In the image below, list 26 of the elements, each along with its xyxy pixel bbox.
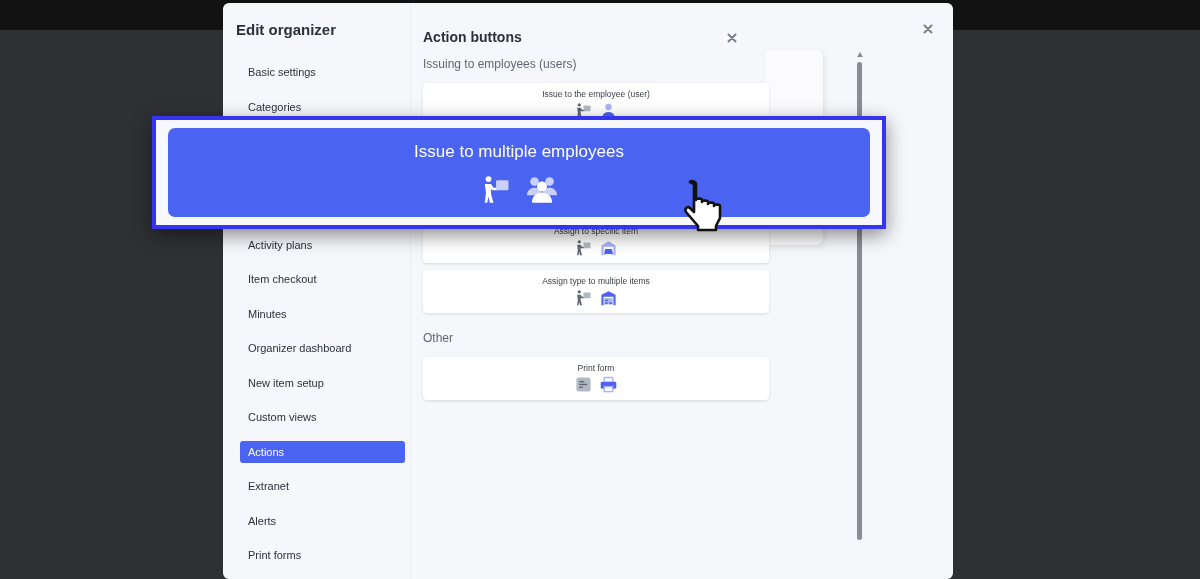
sidebar-item[interactable]: Organizer dashboard <box>240 337 405 359</box>
sidebar-item[interactable]: Categories <box>240 95 405 118</box>
action-button[interactable]: Print form <box>423 357 769 400</box>
document-icon <box>575 376 592 393</box>
carrying-person-icon <box>575 239 592 256</box>
warehouse-icon <box>600 289 617 306</box>
sidebar-item[interactable]: New item setup <box>240 371 405 394</box>
garage-car-icon <box>600 239 617 256</box>
section-heading: Issuing to employees (users) <box>423 57 578 71</box>
sidebar-item[interactable]: Activity plans <box>240 233 405 256</box>
sidebar-item[interactable]: Custom views <box>240 406 405 428</box>
sidebar-item[interactable]: Alerts <box>240 509 405 532</box>
sidebar-item[interactable]: Extranet <box>240 475 405 497</box>
sidebar-item[interactable]: Basic settings <box>240 61 405 83</box>
sidebar-item[interactable]: Item checkout <box>240 268 405 290</box>
action-button[interactable]: Issue to the employee (user) <box>423 83 769 117</box>
dialog-title: Edit organizer <box>236 21 337 38</box>
sidebar-item[interactable]: Minutes <box>240 302 405 325</box>
action-button[interactable]: Assign type to multiple items <box>423 270 769 313</box>
action-button[interactable]: Issue to multiple employees <box>168 128 870 217</box>
sidebar-item[interactable]: Actions <box>240 440 405 463</box>
carrying-person-icon <box>575 289 592 306</box>
section-heading: Other <box>423 331 454 345</box>
panel-title: Action buttons <box>423 29 522 45</box>
printer-icon <box>600 376 617 393</box>
sidebar-item[interactable]: Print forms <box>240 544 405 566</box>
